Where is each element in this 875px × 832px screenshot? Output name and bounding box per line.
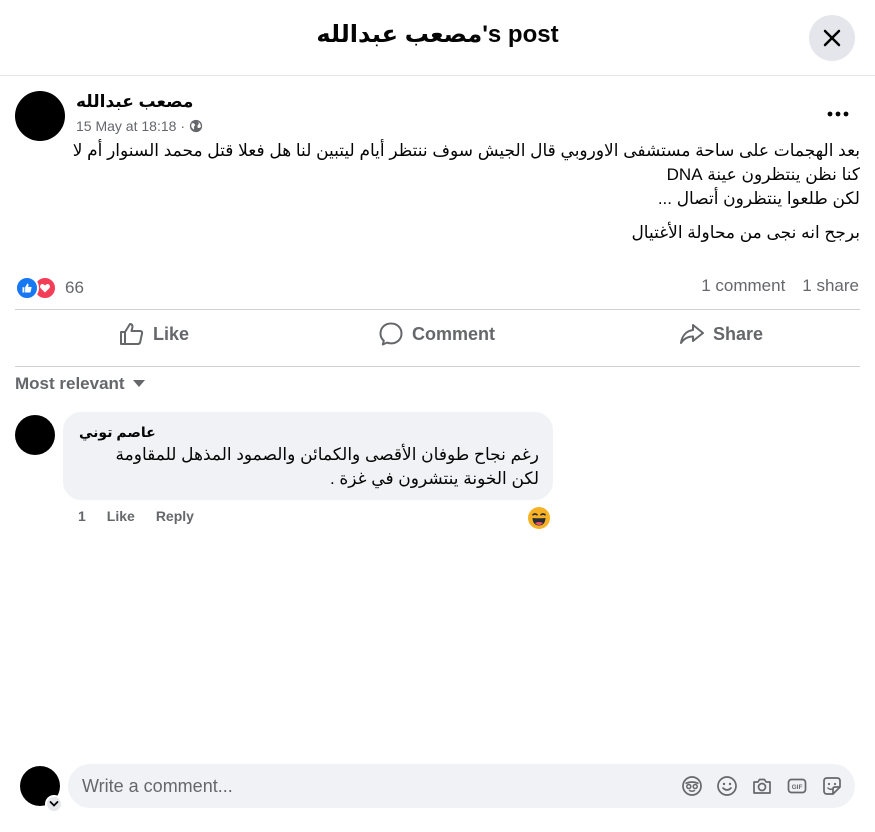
laughing-emoji-icon[interactable] (527, 506, 551, 530)
comment-bubble: عاصم توني رغم نجاح طوفان الأقصى والكمائن… (63, 412, 553, 500)
comments-count[interactable]: 1 comment (701, 276, 785, 296)
reactions-summary[interactable]: 66 (15, 276, 84, 300)
post-author-name[interactable]: مصعب عبدالله (76, 92, 193, 112)
comment-bubble-icon (379, 322, 403, 346)
share-label: Share (713, 323, 764, 344)
post-body: بعد الهجمات على ساحة مستشفى الاوروبي قال… (20, 139, 860, 245)
divider-bottom (15, 366, 860, 367)
like-label: Like (153, 323, 190, 344)
divider-top (15, 309, 860, 310)
shares-count[interactable]: 1 share (802, 276, 859, 296)
comment-like-button[interactable]: Like (107, 508, 135, 524)
caret-down-icon (132, 380, 145, 387)
meta-separator: · (180, 118, 186, 134)
thumbs-up-icon (120, 323, 144, 345)
post-options-button[interactable] (818, 100, 858, 128)
close-icon (823, 29, 841, 47)
post-author-avatar[interactable] (15, 91, 65, 141)
comment-composer[interactable]: GIF (68, 764, 855, 808)
dialog-title: مصعب عبدالله's post (316, 21, 559, 48)
camera-icon[interactable] (751, 775, 773, 797)
dialog-header: مصعب عبدالله's post (0, 0, 875, 76)
comment-label: Comment (412, 323, 496, 344)
post-timestamp[interactable]: 15 May at 18:18 (76, 118, 176, 134)
comment-button[interactable]: Comment (378, 318, 495, 350)
share-button[interactable]: Share (679, 318, 763, 350)
svg-text:GIF: GIF (792, 784, 803, 791)
share-arrow-icon (680, 324, 704, 344)
sticker-icon[interactable] (821, 775, 843, 797)
comment-author-name[interactable]: عاصم توني (79, 424, 156, 441)
like-button[interactable]: Like (119, 318, 189, 350)
comment-time[interactable]: 1 (78, 508, 86, 524)
emoji-icon[interactable] (716, 775, 738, 797)
post-paragraph: برجح انه نجى من محاولة الأغتيال (631, 223, 860, 242)
comment-sort-dropdown[interactable]: Most relevant (15, 374, 145, 394)
post-stats: 1 comment 1 share (701, 276, 859, 296)
avatar-sticker-icon[interactable] (681, 775, 703, 797)
chevron-down-icon[interactable] (45, 795, 63, 813)
comment-line: لكن الخونة ينتشرون في غزة . (329, 469, 539, 488)
commenter-avatar[interactable] (15, 415, 55, 455)
post-paragraph: كنا نظن ينتظرون عينة DNA (666, 165, 860, 184)
globe-icon (189, 119, 203, 133)
comment-text: رغم نجاح طوفان الأقصى والكمائن والصمود ا… (69, 443, 539, 491)
comment-reply-button[interactable]: Reply (156, 508, 194, 524)
gif-icon[interactable]: GIF (786, 775, 808, 797)
sort-label: Most relevant (15, 374, 125, 393)
reaction-count: 66 (65, 278, 84, 297)
comment-line: رغم نجاح طوفان الأقصى والكمائن والصمود ا… (115, 445, 539, 464)
more-horizontal-icon (827, 111, 849, 117)
post-meta: 15 May at 18:18 · (76, 118, 203, 134)
post-paragraph: بعد الهجمات على ساحة مستشفى الاوروبي قال… (72, 141, 860, 160)
like-icon (15, 276, 39, 300)
comment-actions: 1 Like Reply (78, 508, 194, 524)
post-paragraph: لكن طلعوا ينتظرون أتصال ... (657, 189, 860, 208)
comment-input[interactable] (82, 764, 662, 808)
close-button[interactable] (809, 15, 855, 61)
